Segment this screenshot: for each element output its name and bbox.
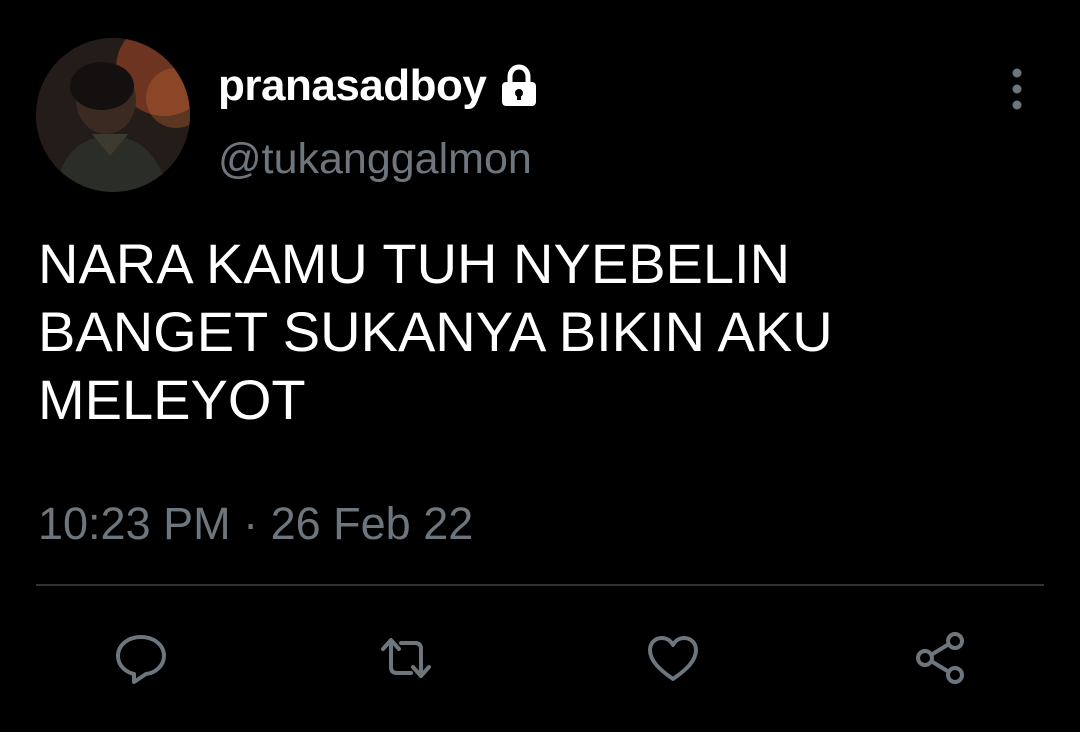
action-bar (0, 620, 1080, 696)
lock-icon (496, 63, 542, 109)
avatar-image (36, 38, 190, 192)
reply-button[interactable] (103, 620, 179, 696)
retweet-button[interactable] (368, 620, 444, 696)
divider (36, 584, 1044, 586)
display-name[interactable]: pranasadboy (218, 61, 487, 111)
share-icon (916, 632, 964, 684)
tweet-text: NARA KAMU TUH NYEBELIN BANGET SUKANYA BI… (38, 232, 833, 431)
display-name-row: pranasadboy (218, 58, 542, 114)
user-handle[interactable]: @tukanggalmon (218, 135, 532, 184)
more-vertical-icon (1012, 68, 1022, 110)
avatar[interactable] (36, 38, 190, 192)
more-options-button[interactable] (996, 62, 1038, 116)
like-button[interactable] (635, 620, 711, 696)
retweet-icon (381, 638, 431, 678)
share-button[interactable] (902, 620, 978, 696)
heart-icon (648, 636, 698, 681)
reply-icon (116, 635, 166, 684)
tweet-timestamp[interactable]: 10:23 PM · 26 Feb 22 (38, 498, 473, 550)
